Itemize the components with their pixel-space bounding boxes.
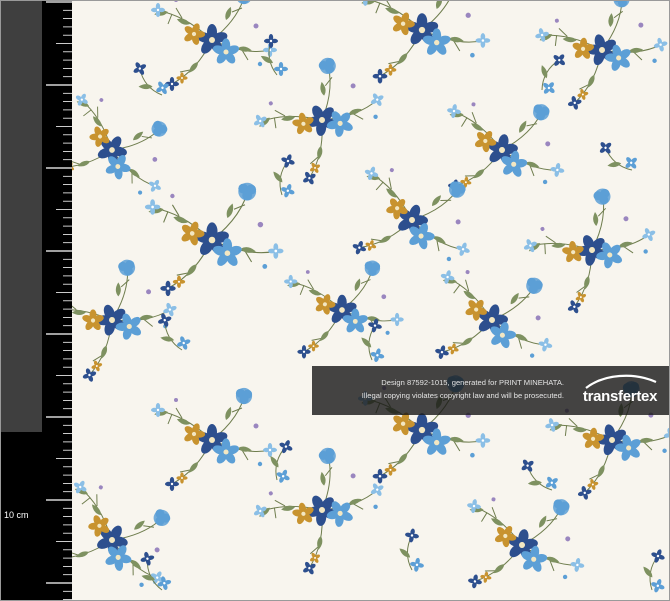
copyright-notice: Design 87592-1015, generated for PRINT M… bbox=[312, 376, 564, 402]
ruler-scale-label: 10 cm bbox=[4, 510, 29, 520]
watermark-copyright-line: Illegal copying violates copyright law a… bbox=[361, 391, 564, 400]
fabric-pattern bbox=[72, 0, 670, 601]
copyright-watermark-banner: Design 87592-1015, generated for PRINT M… bbox=[312, 366, 670, 415]
transfertex-logo: transfertex bbox=[574, 372, 666, 410]
brand-name: transfertex bbox=[582, 388, 658, 405]
watermark-design-line: Design 87592-1015, generated for PRINT M… bbox=[381, 378, 564, 387]
floral-motifs bbox=[72, 0, 670, 601]
floral-pattern-canvas bbox=[72, 0, 670, 601]
